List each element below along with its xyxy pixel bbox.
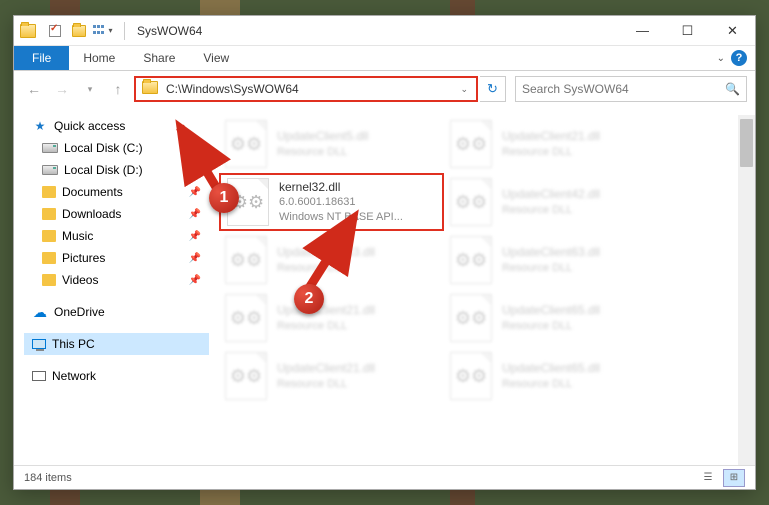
address-dropdown-button[interactable]: ⌄ bbox=[454, 84, 474, 95]
star-icon: ★ bbox=[32, 118, 48, 134]
file-icon: ⚙⚙ bbox=[450, 294, 492, 342]
item-count: 184 items bbox=[24, 472, 72, 484]
vertical-scrollbar[interactable] bbox=[738, 115, 755, 465]
file-item[interactable]: ⚙⚙ UpdateClient42.dllResource DLL bbox=[444, 173, 669, 231]
window-title: SysWOW64 bbox=[137, 24, 202, 38]
file-item[interactable]: ⚙⚙ UpdateClient65.dllResource DLL bbox=[444, 347, 669, 405]
pin-icon: 📌 bbox=[189, 275, 201, 286]
file-icon: ⚙⚙ bbox=[450, 120, 492, 168]
pin-icon: 📌 bbox=[189, 253, 201, 264]
search-input[interactable] bbox=[522, 82, 725, 96]
file-item[interactable]: ⚙⚙ UpdateClient21.dllResource DLL bbox=[219, 347, 444, 405]
folder-icon bbox=[42, 230, 56, 242]
file-icon: ⚙⚙ bbox=[225, 236, 267, 284]
details-view-button[interactable]: ☰ bbox=[697, 469, 719, 487]
file-item[interactable]: ⚙⚙ UpdateClient5.dllResource DLL bbox=[219, 115, 444, 173]
folder-icon bbox=[42, 208, 56, 220]
explorer-window: ▾ SysWOW64 — ☐ ✕ File Home Share View ⌄ … bbox=[13, 15, 756, 490]
qat-view-button[interactable]: ▾ bbox=[92, 20, 114, 42]
file-item[interactable]: ⚙⚙ UpdateClient65.dllResource DLL bbox=[444, 289, 669, 347]
file-item[interactable]: ⚙⚙ UpdateClient63.dllResource DLL bbox=[444, 231, 669, 289]
cloud-icon: ☁ bbox=[32, 304, 48, 320]
address-bar[interactable]: ⌄ bbox=[134, 76, 478, 102]
up-button[interactable]: ↑ bbox=[106, 77, 130, 101]
file-icon: ⚙⚙ bbox=[225, 352, 267, 400]
status-bar: 184 items ☰ ⊞ bbox=[14, 465, 755, 489]
sidebar-this-pc[interactable]: This PC bbox=[24, 333, 209, 355]
sidebar-item-drive-d[interactable]: Local Disk (D:)📌 bbox=[24, 159, 209, 181]
app-icon[interactable] bbox=[20, 24, 36, 38]
file-icon: ⚙⚙ bbox=[225, 120, 267, 168]
nav-bar: ← → ▾ ↑ ⌄ ↻ 🔍 bbox=[14, 71, 755, 107]
drive-icon bbox=[42, 143, 58, 153]
file-tab[interactable]: File bbox=[14, 46, 69, 70]
sidebar-network[interactable]: Network bbox=[24, 365, 209, 387]
title-bar: ▾ SysWOW64 — ☐ ✕ bbox=[14, 16, 755, 46]
file-item-kernel32[interactable]: ⚙⚙ kernel32.dll 6.0.6001.18631 Windows N… bbox=[219, 173, 444, 231]
sidebar-item-music[interactable]: Music📌 bbox=[24, 225, 209, 247]
close-button[interactable]: ✕ bbox=[710, 16, 755, 46]
sidebar-item-videos[interactable]: Videos📌 bbox=[24, 269, 209, 291]
qat-newfolder-button[interactable] bbox=[68, 20, 90, 42]
file-version: 6.0.6001.18631 bbox=[279, 195, 403, 210]
qat-properties-button[interactable] bbox=[44, 20, 66, 42]
pin-icon: 📌 bbox=[189, 209, 201, 220]
pc-icon bbox=[32, 339, 46, 349]
expand-ribbon-button[interactable]: ⌄ bbox=[717, 53, 725, 64]
file-list[interactable]: ⚙⚙ UpdateClient5.dllResource DLL ⚙⚙ Upda… bbox=[209, 107, 755, 465]
share-tab[interactable]: Share bbox=[129, 46, 189, 70]
file-icon: ⚙⚙ bbox=[450, 236, 492, 284]
file-desc: Windows NT BASE API... bbox=[279, 210, 403, 225]
network-icon bbox=[32, 371, 46, 381]
file-item[interactable]: ⚙⚙ UpdateClient63.dllResource DLL bbox=[219, 231, 444, 289]
nav-pane: ★ Quick access Local Disk (C:)📌 Local Di… bbox=[14, 107, 209, 465]
pin-icon: 📌 bbox=[189, 187, 201, 198]
quick-access[interactable]: ★ Quick access bbox=[24, 115, 209, 137]
sidebar-item-pictures[interactable]: Pictures📌 bbox=[24, 247, 209, 269]
file-icon: ⚙⚙ bbox=[450, 352, 492, 400]
pin-icon: 📌 bbox=[189, 143, 201, 154]
separator bbox=[124, 22, 125, 40]
folder-icon bbox=[42, 252, 56, 264]
search-box[interactable]: 🔍 bbox=[515, 76, 747, 102]
maximize-button[interactable]: ☐ bbox=[665, 16, 710, 46]
sidebar-onedrive[interactable]: ☁OneDrive bbox=[24, 301, 209, 323]
refresh-button[interactable]: ↻ bbox=[480, 76, 506, 102]
help-button[interactable]: ? bbox=[731, 50, 747, 66]
scroll-thumb[interactable] bbox=[740, 119, 753, 167]
file-icon: ⚙⚙ bbox=[227, 178, 269, 226]
drive-icon bbox=[42, 165, 58, 175]
content-area: ★ Quick access Local Disk (C:)📌 Local Di… bbox=[14, 107, 755, 465]
quick-access-label: Quick access bbox=[54, 119, 125, 133]
view-tab[interactable]: View bbox=[189, 46, 243, 70]
folder-icon bbox=[42, 186, 56, 198]
pin-icon: 📌 bbox=[189, 165, 201, 176]
qat-area: ▾ SysWOW64 bbox=[14, 20, 202, 42]
minimize-button[interactable]: — bbox=[620, 16, 665, 46]
file-item[interactable]: ⚙⚙ UpdateClient21.dllResource DLL bbox=[219, 289, 444, 347]
home-tab[interactable]: Home bbox=[69, 46, 129, 70]
pin-icon: 📌 bbox=[189, 231, 201, 242]
search-icon: 🔍 bbox=[725, 82, 740, 96]
file-icon: ⚙⚙ bbox=[450, 178, 492, 226]
ribbon-tabs: File Home Share View ⌄ ? bbox=[14, 46, 755, 71]
file-icon: ⚙⚙ bbox=[225, 294, 267, 342]
tiles-view-button[interactable]: ⊞ bbox=[723, 469, 745, 487]
back-button[interactable]: ← bbox=[22, 77, 46, 101]
sidebar-item-downloads[interactable]: Downloads📌 bbox=[24, 203, 209, 225]
sidebar-item-documents[interactable]: Documents📌 bbox=[24, 181, 209, 203]
sidebar-item-drive-c[interactable]: Local Disk (C:)📌 bbox=[24, 137, 209, 159]
address-input[interactable] bbox=[164, 82, 454, 96]
file-item[interactable]: ⚙⚙ UpdateClient21.dllResource DLL bbox=[444, 115, 669, 173]
forward-button[interactable]: → bbox=[50, 77, 74, 101]
folder-icon bbox=[42, 274, 56, 286]
recent-locations-button[interactable]: ▾ bbox=[78, 77, 102, 101]
file-name: kernel32.dll bbox=[279, 179, 403, 195]
